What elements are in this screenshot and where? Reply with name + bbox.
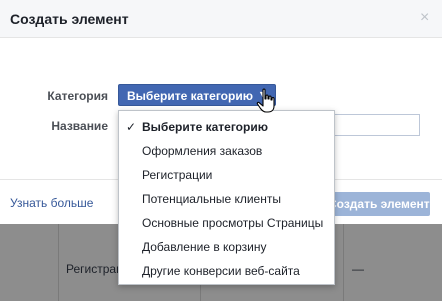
background-table-divider <box>58 224 59 301</box>
category-dropdown-menu: ✓ Выберите категорию Оформления заказов … <box>118 110 335 285</box>
category-select-value: Выберите категорию <box>127 89 253 103</box>
name-input[interactable] <box>330 114 420 136</box>
dropdown-item[interactable]: Добавление в корзину <box>119 235 334 259</box>
dropdown-item-label: Выберите категорию <box>142 120 268 134</box>
dropdown-item-label: Добавление в корзину <box>142 240 267 254</box>
background-table-divider <box>343 224 344 301</box>
dialog-header: Создать элемент × <box>0 0 442 38</box>
learn-more-link[interactable]: Узнать больше <box>10 196 93 210</box>
dropdown-item[interactable]: Другие конверсии веб-сайта <box>119 259 334 283</box>
create-element-button[interactable]: Создать элемент <box>320 192 430 216</box>
dropdown-item-label: Основные просмотры Страницы <box>142 216 324 230</box>
dialog-title: Создать элемент <box>10 11 129 27</box>
dropdown-item[interactable]: Основные просмотры Страницы <box>119 211 334 235</box>
category-select[interactable]: Выберите категорию <box>118 84 276 106</box>
dropdown-item[interactable]: Потенциальные клиенты <box>119 187 334 211</box>
dropdown-item-label: Потенциальные клиенты <box>142 192 281 206</box>
dropdown-item[interactable]: Оформления заказов <box>119 139 334 163</box>
dropdown-item[interactable]: ✓ Выберите категорию <box>119 115 334 139</box>
checkmark-icon: ✓ <box>126 120 137 134</box>
category-label: Категория <box>47 89 108 103</box>
dropdown-item-label: Другие конверсии веб-сайта <box>142 264 300 278</box>
dropdown-item[interactable]: Регистрации <box>119 163 334 187</box>
dropdown-item-label: Оформления заказов <box>142 144 263 158</box>
name-label: Название <box>51 119 108 133</box>
dropdown-item-label: Регистрации <box>142 168 213 182</box>
hand-cursor-icon <box>256 88 275 113</box>
close-icon[interactable]: × <box>420 9 429 27</box>
background-table-dash: — <box>352 262 364 276</box>
